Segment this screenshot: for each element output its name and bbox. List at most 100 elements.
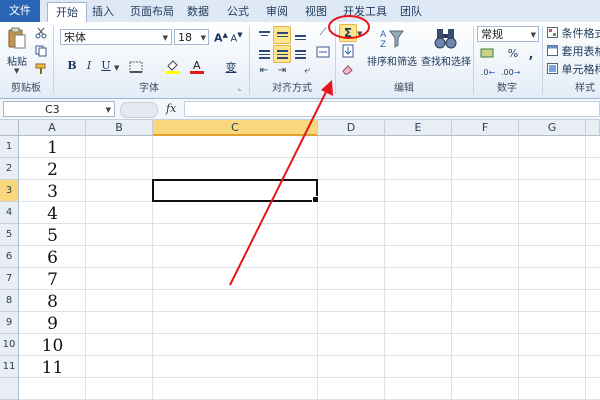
column-header-d[interactable]: D <box>318 120 385 136</box>
font-size-select[interactable]: 18 ▼ <box>174 29 209 45</box>
clipboard-icon <box>8 27 26 49</box>
row-header-10[interactable]: 10 <box>0 334 19 356</box>
cut-icon[interactable] <box>33 26 49 42</box>
sort-filter-button[interactable]: AZ 排序和筛选 <box>364 24 420 80</box>
row-header-12[interactable] <box>0 378 19 400</box>
cell-a8[interactable]: 8 <box>19 290 86 312</box>
column-header-g[interactable]: G <box>519 120 586 136</box>
align-bottom-button[interactable] <box>291 26 309 44</box>
column-header-e[interactable]: E <box>385 120 452 136</box>
paste-button[interactable]: 粘贴 ▼ <box>2 24 32 78</box>
wrap-text-button[interactable]: ⤶ <box>298 64 316 82</box>
row-header-4[interactable]: 4 <box>0 202 19 224</box>
cell-a9[interactable]: 9 <box>19 312 86 334</box>
fill-color-button[interactable] <box>163 58 183 76</box>
row-header-3[interactable]: 3 <box>0 180 19 202</box>
grow-font-button[interactable]: A▲ <box>213 30 228 47</box>
number-format-select[interactable]: 常规 ▼ <box>477 26 539 42</box>
clipboard-group-label: 剪贴板 <box>11 83 41 94</box>
bold-button[interactable]: B <box>64 58 80 76</box>
editing-group-label: 编辑 <box>394 83 414 94</box>
column-header-b[interactable]: B <box>86 120 153 136</box>
formula-input[interactable] <box>184 101 600 117</box>
chevron-down-icon[interactable]: ▼ <box>114 64 119 72</box>
column-header-f[interactable]: F <box>452 120 519 136</box>
font-name-select[interactable]: 宋体 ▼ <box>60 29 172 45</box>
font-color-button[interactable]: A <box>187 58 207 76</box>
name-box[interactable]: C3 ▼ <box>3 101 115 117</box>
row-header-6[interactable]: 6 <box>0 246 19 268</box>
gridline <box>19 311 600 312</box>
chevron-down-icon: ▼ <box>105 106 111 114</box>
column-header-c[interactable]: C <box>153 120 318 136</box>
cell-a6[interactable]: 6 <box>19 246 86 268</box>
insert-function-button[interactable]: fx <box>166 101 182 117</box>
row-header-2[interactable]: 2 <box>0 158 19 180</box>
gridline <box>19 377 600 378</box>
decrease-indent-button[interactable]: ⇤ <box>255 64 273 82</box>
cell-a4[interactable]: 4 <box>19 202 86 224</box>
dialog-launcher-icon[interactable]: ⌞ <box>238 83 242 92</box>
tab-view[interactable]: 视图 <box>297 2 335 21</box>
underline-button[interactable]: U <box>98 58 114 76</box>
tab-insert[interactable]: 插入 <box>84 2 122 21</box>
fill-handle[interactable] <box>312 196 319 203</box>
select-all-button[interactable] <box>0 120 19 136</box>
copy-icon[interactable] <box>33 44 49 60</box>
tab-file[interactable]: 文件 <box>0 0 40 22</box>
orientation-button[interactable]: ⟋ <box>313 26 333 44</box>
clear-button[interactable] <box>339 62 357 80</box>
align-left-button[interactable] <box>255 45 273 63</box>
align-right-button[interactable] <box>291 45 309 63</box>
cell-a5[interactable]: 5 <box>19 224 86 246</box>
italic-button[interactable]: I <box>81 58 97 76</box>
tab-page-layout[interactable]: 页面布局 <box>122 2 182 21</box>
cell-a3[interactable]: 3 <box>19 180 86 202</box>
column-header-h[interactable] <box>586 120 600 136</box>
cell-styles-icon <box>547 63 558 74</box>
tab-developer[interactable]: 开发工具 <box>335 2 395 21</box>
format-as-table-button[interactable]: 套用表格 <box>546 42 600 60</box>
percent-button[interactable]: % <box>505 46 521 64</box>
merge-center-button[interactable] <box>313 45 333 63</box>
format-painter-icon[interactable] <box>33 62 49 78</box>
align-center-button[interactable] <box>273 45 291 63</box>
row-header-1[interactable]: 1 <box>0 136 19 158</box>
find-select-button[interactable]: 查找和选择 <box>419 24 473 80</box>
tab-data[interactable]: 数据 <box>179 2 217 21</box>
row-header-7[interactable]: 7 <box>0 268 19 290</box>
comma-style-button[interactable]: , <box>523 46 539 64</box>
cell-a10[interactable]: 10 <box>19 334 86 356</box>
decrease-decimal-button[interactable]: .00→ <box>500 65 520 81</box>
gridline <box>384 136 385 400</box>
shrink-font-button[interactable]: A▼ <box>229 30 244 47</box>
svg-text:A: A <box>193 59 201 72</box>
column-header-a[interactable]: A <box>19 120 86 136</box>
fill-button[interactable] <box>339 43 357 61</box>
increase-decimal-button[interactable]: .0← <box>478 65 498 81</box>
tab-team[interactable]: 团队 <box>392 2 430 21</box>
tab-formulas[interactable]: 公式 <box>219 2 257 21</box>
accounting-format-button[interactable] <box>478 46 498 64</box>
tab-home[interactable]: 开始 <box>47 2 87 23</box>
tab-review[interactable]: 审阅 <box>258 2 296 21</box>
align-top-button[interactable] <box>255 26 273 44</box>
cell-a2[interactable]: 2 <box>19 158 86 180</box>
conditional-formatting-button[interactable]: 条件格式 <box>546 24 600 42</box>
align-middle-button[interactable] <box>273 26 291 44</box>
cell-a7[interactable]: 7 <box>19 268 86 290</box>
row-header-9[interactable]: 9 <box>0 312 19 334</box>
row-header-8[interactable]: 8 <box>0 290 19 312</box>
chevron-down-icon[interactable]: ▼ <box>357 30 362 38</box>
row-header-5[interactable]: 5 <box>0 224 19 246</box>
autosum-button[interactable]: Σ <box>339 24 357 42</box>
cell-a11[interactable]: 11 <box>19 356 86 378</box>
borders-button[interactable] <box>126 60 146 76</box>
active-cell-c3[interactable] <box>152 179 319 203</box>
formula-splitter[interactable] <box>120 102 158 118</box>
cell-a1[interactable]: 1 <box>19 136 86 158</box>
cell-styles-button[interactable]: 单元格样 <box>546 60 600 78</box>
increase-indent-button[interactable]: ⇥ <box>273 64 291 82</box>
phonetic-button[interactable]: 变 <box>222 58 240 76</box>
row-header-11[interactable]: 11 <box>0 356 19 378</box>
